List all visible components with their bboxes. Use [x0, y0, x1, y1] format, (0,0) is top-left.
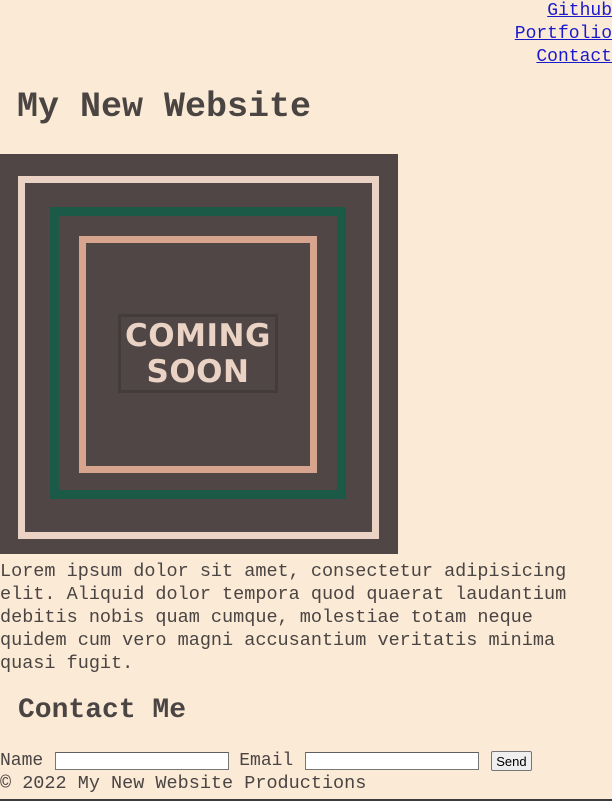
name-field[interactable]	[55, 752, 230, 770]
coming-soon-line2: SOON	[146, 353, 250, 390]
paragraph-line: Lorem ipsum dolor sit amet, consectetur …	[0, 561, 567, 582]
contact-form: Name Email Send	[0, 751, 532, 771]
paragraph-line: quasi fugit.	[0, 653, 134, 674]
footer-copyright: © 2022 My New Website Productions	[0, 773, 367, 794]
page-title: My New Website	[17, 87, 312, 127]
name-label: Name	[0, 751, 44, 771]
nav-link-contact[interactable]: Contact	[515, 46, 612, 69]
paragraph-line: quidem cum vero magni accusantium verita…	[0, 630, 556, 651]
paragraph-line: elit. Aliquid dolor tempora quod quaerat…	[0, 584, 567, 605]
coming-soon-image: COMING SOON	[0, 154, 398, 554]
nav-link-portfolio[interactable]: Portfolio	[515, 23, 612, 46]
contact-heading: Contact Me	[18, 695, 187, 726]
coming-soon-line1: COMING	[125, 317, 271, 354]
email-field[interactable]	[305, 752, 480, 770]
paragraph-line: debitis nobis quam cumque, molestiae tot…	[0, 607, 533, 628]
send-button[interactable]: Send	[491, 751, 532, 771]
top-nav: Github Portfolio Contact	[515, 0, 612, 69]
nav-link-github[interactable]: Github	[515, 0, 612, 23]
intro-paragraph: Lorem ipsum dolor sit amet, consectetur …	[0, 560, 612, 675]
email-label: Email	[239, 751, 294, 771]
coming-soon-text: COMING SOON	[118, 314, 278, 393]
